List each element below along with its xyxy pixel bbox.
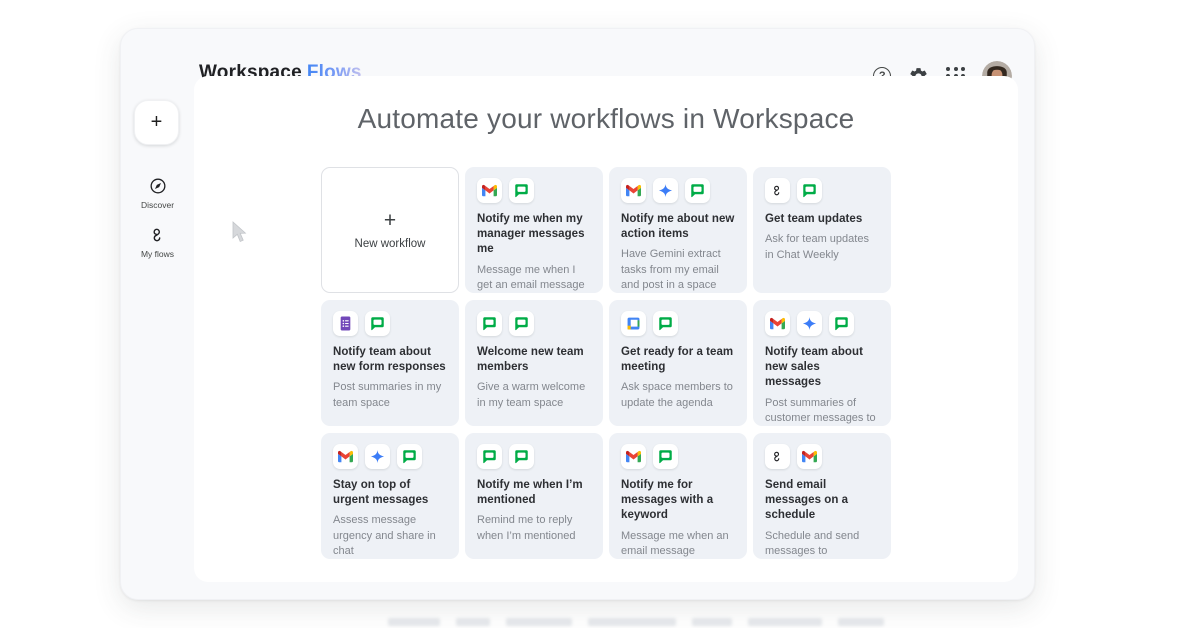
gmail-icon bbox=[765, 311, 790, 336]
card-app-icons bbox=[333, 311, 447, 336]
gemini-icon bbox=[653, 178, 678, 203]
card-app-icons bbox=[765, 178, 879, 203]
flows-icon bbox=[765, 178, 790, 203]
new-workflow-label: New workflow bbox=[355, 238, 426, 250]
page-title: Automate your workflows in Workspace bbox=[194, 103, 1018, 135]
card-description: Message me when an email message contain… bbox=[621, 529, 735, 559]
workflow-template-card[interactable]: Notify team about new form responses Pos… bbox=[321, 300, 459, 426]
sidebar-item-my-flows[interactable]: My flows bbox=[121, 225, 194, 259]
chat-icon bbox=[653, 444, 678, 469]
workflow-template-card[interactable]: Send email messages on a schedule Schedu… bbox=[753, 433, 891, 559]
card-description: Assess message urgency and share in chat bbox=[333, 513, 447, 559]
flows-squiggle-icon bbox=[148, 225, 168, 245]
workflow-template-card[interactable]: Notify me when my manager messages me Me… bbox=[465, 167, 603, 293]
workflow-card-grid: + New workflow Notify me when my manager… bbox=[321, 167, 891, 559]
card-app-icons bbox=[477, 311, 591, 336]
card-title: Notify team about new sales messages bbox=[765, 345, 879, 391]
chat-icon bbox=[477, 311, 502, 336]
chat-icon bbox=[397, 444, 422, 469]
sidebar-label-discover: Discover bbox=[141, 200, 174, 210]
gmail-icon bbox=[333, 444, 358, 469]
card-app-icons bbox=[765, 444, 879, 469]
card-description: Schedule and send messages to customers bbox=[765, 529, 879, 559]
workflow-template-card[interactable]: Get ready for a team meeting Ask space m… bbox=[609, 300, 747, 426]
card-title: Stay on top of urgent messages bbox=[333, 478, 447, 508]
chat-icon bbox=[653, 311, 678, 336]
gmail-icon bbox=[621, 444, 646, 469]
new-flow-button[interactable]: + bbox=[134, 100, 179, 145]
workflow-template-card[interactable]: Stay on top of urgent messages Assess me… bbox=[321, 433, 459, 559]
card-description: Ask for team updates in Chat Weekly bbox=[765, 232, 879, 263]
card-app-icons bbox=[765, 311, 879, 336]
workflow-template-card[interactable]: Notify me about new action items Have Ge… bbox=[609, 167, 747, 293]
workflow-template-card[interactable]: Notify me for messages with a keyword Me… bbox=[609, 433, 747, 559]
chat-icon bbox=[797, 178, 822, 203]
workflow-template-card[interactable]: Notify me when I’m mentioned Remind me t… bbox=[465, 433, 603, 559]
card-title: Get ready for a team meeting bbox=[621, 345, 735, 375]
gemini-icon bbox=[365, 444, 390, 469]
compass-icon bbox=[148, 176, 168, 196]
card-title: Welcome new team members bbox=[477, 345, 591, 375]
workflow-template-card[interactable]: Welcome new team members Give a warm wel… bbox=[465, 300, 603, 426]
chat-icon bbox=[509, 444, 534, 469]
chat-icon bbox=[509, 311, 534, 336]
card-description: Post summaries of customer messages to m… bbox=[765, 396, 879, 426]
main-panel: Automate your workflows in Workspace + N… bbox=[194, 76, 1018, 582]
screen: WorkspaceFlows ? bbox=[0, 0, 1200, 628]
card-app-icons bbox=[477, 178, 591, 203]
plus-icon: + bbox=[384, 210, 396, 231]
card-description: Remind me to reply when I’m mentioned bbox=[477, 513, 591, 544]
chat-icon bbox=[829, 311, 854, 336]
forms-icon bbox=[333, 311, 358, 336]
chat-icon bbox=[477, 444, 502, 469]
chat-icon bbox=[365, 311, 390, 336]
flows-icon bbox=[765, 444, 790, 469]
sidebar-item-discover[interactable]: Discover bbox=[121, 176, 194, 210]
card-description: Give a warm welcome in my team space bbox=[477, 380, 591, 411]
cropped-bottom-text bbox=[388, 618, 884, 626]
card-app-icons bbox=[621, 311, 735, 336]
workflow-template-card[interactable]: Get team updates Ask for team updates in… bbox=[753, 167, 891, 293]
workflow-template-card[interactable]: Notify team about new sales messages Pos… bbox=[753, 300, 891, 426]
card-title: Notify me about new action items bbox=[621, 212, 735, 242]
chat-icon bbox=[685, 178, 710, 203]
sidebar-label-my-flows: My flows bbox=[141, 249, 174, 259]
card-description: Post summaries in my team space bbox=[333, 380, 447, 411]
new-workflow-card[interactable]: + New workflow bbox=[321, 167, 459, 293]
card-app-icons bbox=[477, 444, 591, 469]
card-title: Send email messages on a schedule bbox=[765, 478, 879, 524]
card-description: Have Gemini extract tasks from my email … bbox=[621, 247, 735, 293]
card-description: Message me when I get an email message f… bbox=[477, 263, 591, 293]
calendar-icon bbox=[621, 311, 646, 336]
gmail-icon bbox=[621, 178, 646, 203]
card-title: Notify team about new form responses bbox=[333, 345, 447, 375]
workspace-flows-window: WorkspaceFlows ? bbox=[120, 28, 1035, 600]
card-title: Get team updates bbox=[765, 212, 879, 227]
card-app-icons bbox=[621, 178, 735, 203]
gmail-icon bbox=[477, 178, 502, 203]
gemini-icon bbox=[797, 311, 822, 336]
card-app-icons bbox=[621, 444, 735, 469]
card-title: Notify me for messages with a keyword bbox=[621, 478, 735, 524]
card-title: Notify me when I’m mentioned bbox=[477, 478, 591, 508]
card-title: Notify me when my manager messages me bbox=[477, 212, 591, 258]
card-description: Ask space members to update the agenda bbox=[621, 380, 735, 411]
chat-icon bbox=[509, 178, 534, 203]
card-app-icons bbox=[333, 444, 447, 469]
gmail-icon bbox=[797, 444, 822, 469]
